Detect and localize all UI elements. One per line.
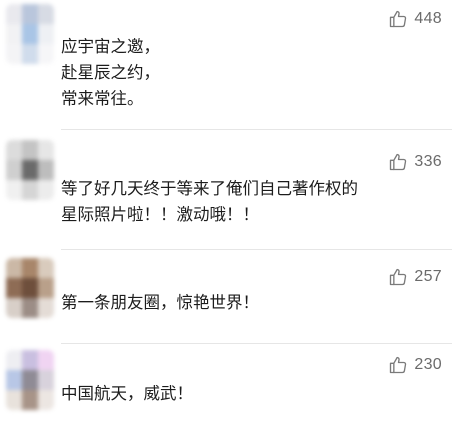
comment-line: 等了好几天终于等来了俺们自己著作权的 <box>61 179 358 198</box>
thumbs-up-icon <box>390 153 407 171</box>
comment-text: 应宇宙之邀， 赴星辰之约， 常来常往。 <box>61 34 440 112</box>
avatar[interactable] <box>6 350 54 410</box>
comment-text: 等了好几天终于等来了俺们自己著作权的 星际照片啦！！激动哦！！ <box>61 176 440 228</box>
comment-item: 336 等了好几天终于等来了俺们自己著作权的 星际照片啦！！激动哦！！ <box>0 130 452 250</box>
like-count: 336 <box>414 153 442 170</box>
like-count: 257 <box>414 268 442 285</box>
comment-line: 中国航天，威武！ <box>61 384 193 403</box>
avatar[interactable] <box>6 140 54 200</box>
avatar[interactable] <box>6 4 54 64</box>
comment-line: 常来常往。 <box>61 89 144 108</box>
comment-item: 230 中国航天，威武！ <box>0 344 452 421</box>
like-button[interactable]: 230 <box>388 354 442 376</box>
comment-item: 448 应宇宙之邀， 赴星辰之约， 常来常往。 <box>0 0 452 130</box>
comment-line: 赴星辰之约， <box>61 63 160 82</box>
thumbs-up-icon <box>390 268 407 286</box>
like-button[interactable]: 448 <box>388 8 442 30</box>
like-button[interactable]: 257 <box>388 266 442 288</box>
comment-line: 第一条朋友圈，惊艳世界！ <box>61 293 259 312</box>
comment-feed: 448 应宇宙之邀， 赴星辰之约， 常来常往。 336 等了好几天终于等来了俺们… <box>0 0 452 421</box>
comment-text: 中国航天，威武！ <box>61 381 440 407</box>
thumbs-up-icon <box>390 356 407 374</box>
comment-line: 应宇宙之邀， <box>61 37 160 56</box>
like-count: 230 <box>414 356 442 373</box>
comment-line: 星际照片啦！！激动哦！！ <box>61 205 259 224</box>
avatar[interactable] <box>6 258 54 318</box>
comment-text: 第一条朋友圈，惊艳世界！ <box>61 290 440 316</box>
comment-item: 257 第一条朋友圈，惊艳世界！ <box>0 250 452 345</box>
like-count: 448 <box>414 10 442 27</box>
like-button[interactable]: 336 <box>388 151 442 173</box>
thumbs-up-icon <box>390 10 407 28</box>
